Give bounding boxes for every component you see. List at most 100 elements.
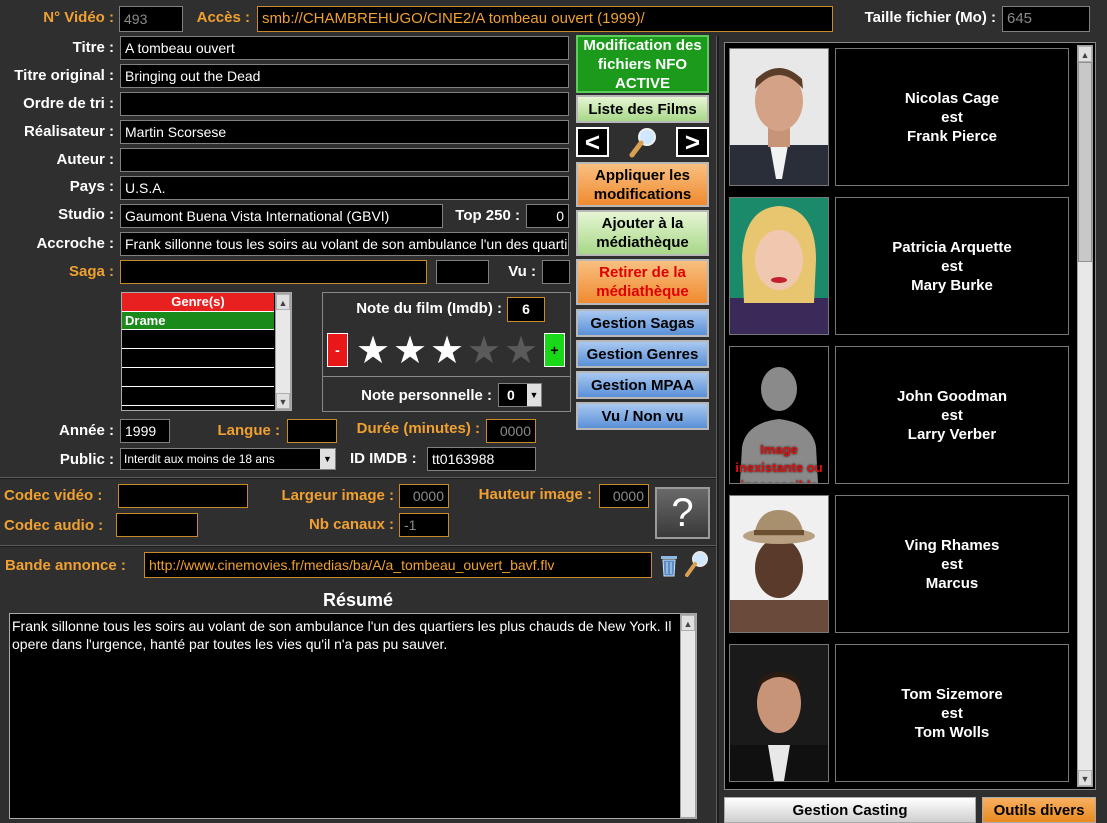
duree-field[interactable]: 0000 [486,419,536,443]
imdb-rating-field[interactable]: 6 [507,297,545,322]
film-list-button[interactable]: Liste des Films [576,95,709,123]
cast-photo[interactable] [729,48,829,186]
cast-photo[interactable] [729,197,829,335]
imdb-id-field[interactable]: tt0163988 [427,447,536,471]
star-icon-empty[interactable]: ★ [504,332,538,370]
actor-name: Nicolas Cage [904,89,1000,107]
pays-field[interactable]: U.S.A. [120,176,569,200]
cast-photo[interactable] [729,644,829,782]
add-to-library-button[interactable]: Ajouter à la médiathèque [576,210,709,256]
panel-divider [716,36,719,823]
cast-info[interactable]: Tom Sizemore est Tom Wolls [835,644,1069,782]
genres-button[interactable]: Gestion Genres [576,340,709,368]
saga-field[interactable] [120,260,427,284]
search-icon[interactable] [684,550,710,578]
top250-label: Top 250 : [455,207,520,224]
seen-toggle-button[interactable]: Vu / Non vu [576,402,709,430]
vu-field[interactable] [542,260,570,284]
prev-button[interactable]: < [576,127,609,157]
cast-photo[interactable] [729,495,829,633]
saga-number-field[interactable] [436,260,489,284]
cast-info[interactable]: Ving Rhames est Marcus [835,495,1069,633]
scroll-down-icon[interactable]: ▼ [1078,770,1092,786]
rating-plus-button[interactable]: + [544,333,565,367]
genres-scrollbar[interactable]: ▲ ▼ [275,293,291,410]
scroll-down-icon[interactable]: ▼ [276,393,290,409]
cast-scrollbar[interactable]: ▲ ▼ [1077,45,1093,787]
genre-item[interactable] [122,350,274,368]
tab-casting[interactable]: Gestion Casting [724,797,976,823]
trash-icon[interactable] [660,553,678,577]
genres-header: Genre(s) [122,293,274,312]
actor-name: Ving Rhames [904,536,1000,554]
avatar [730,645,828,781]
largeur-label: Largeur image : [281,487,394,504]
file-size-field[interactable]: 645 [1002,6,1090,32]
public-select[interactable]: Interdit aux moins de 18 ans ▼ [120,448,336,470]
search-icon[interactable] [627,126,659,158]
genre-item[interactable] [122,331,274,349]
personal-rating-select[interactable]: 0 ▼ [498,383,542,407]
annee-field[interactable]: 1999 [120,419,170,443]
titre-original-field[interactable]: Bringing out the Dead [120,64,569,88]
star-icon-filled[interactable]: ★ [393,332,427,370]
scroll-thumb[interactable] [1078,62,1092,262]
star-icon-filled[interactable]: ★ [356,332,390,370]
genre-item-drame[interactable]: Drame [122,312,274,330]
titre-label: Titre : [72,39,114,56]
next-button[interactable]: > [676,127,709,157]
auteur-field[interactable] [120,148,569,172]
genres-list[interactable]: Genre(s) Drame ▲ ▼ [121,292,292,411]
resume-scrollbar[interactable]: ▲ [680,614,696,818]
annee-label: Année : [58,422,114,439]
scroll-up-icon[interactable]: ▲ [1078,46,1092,62]
codec-video-field[interactable] [118,484,248,508]
apply-changes-button[interactable]: Appliquer les modifications [576,162,709,207]
mpaa-button[interactable]: Gestion MPAA [576,371,709,399]
canaux-field[interactable]: -1 [399,513,449,537]
personal-rating-label: Note personnelle : [361,387,492,404]
tab-tools[interactable]: Outils divers [982,797,1096,823]
cast-info[interactable]: Patricia Arquette est Mary Burke [835,197,1069,335]
avatar [730,496,828,632]
cast-est: est [941,406,963,424]
missing-image-text: Image inexistante ou inaccessible [735,442,823,483]
largeur-field[interactable]: 0000 [399,484,449,508]
actor-name: Tom Sizemore [901,685,1003,703]
section-divider [0,545,716,547]
cast-info[interactable]: John Goodman est Larry Verber [835,346,1069,484]
top250-field[interactable]: 0 [526,204,569,228]
langue-field[interactable] [287,419,337,443]
nfo-active-button[interactable]: Modification des fichiers NFO ACTIVE [576,35,709,93]
star-icon-empty[interactable]: ★ [467,332,501,370]
cast-info[interactable]: Nicolas Cage est Frank Pierce [835,48,1069,186]
genre-item[interactable] [122,369,274,387]
cast-est: est [941,555,963,573]
section-divider [0,477,716,479]
rating-minus-button[interactable]: - [327,333,348,367]
accroche-label: Accroche : [36,235,114,252]
titre-field[interactable]: A tombeau ouvert [120,36,569,60]
ordre-tri-field[interactable] [120,92,569,116]
sagas-button[interactable]: Gestion Sagas [576,309,709,337]
scroll-up-icon[interactable]: ▲ [276,294,290,310]
hauteur-field[interactable]: 0000 [599,484,649,508]
codec-audio-field[interactable] [116,513,198,537]
dropdown-arrow-icon[interactable]: ▼ [320,449,335,469]
resume-textarea[interactable]: Frank sillonne tous les soirs au volant … [9,613,697,819]
access-field[interactable]: smb://CHAMBREHUGO/CINE2/A tombeau ouvert… [257,6,833,32]
remove-from-library-button[interactable]: Retirer de la médiathèque [576,259,709,305]
help-button[interactable]: ? [655,487,710,539]
cast-photo-missing[interactable]: Image inexistante ou inaccessible [729,346,829,484]
duree-label: Durée (minutes) : [356,420,480,437]
vu-label: Vu : [508,263,536,280]
star-icon-filled[interactable]: ★ [430,332,464,370]
scroll-up-icon[interactable]: ▲ [681,615,695,631]
realisateur-field[interactable]: Martin Scorsese [120,120,569,144]
dropdown-arrow-icon[interactable]: ▼ [527,384,541,406]
studio-field[interactable]: Gaumont Buena Vista International (GBVI) [120,204,443,228]
trailer-field[interactable]: http://www.cinemovies.fr/medias/ba/A/a_t… [144,552,652,578]
video-no-field[interactable]: 493 [119,6,183,32]
accroche-field[interactable]: Frank sillonne tous les soirs au volant … [120,232,569,256]
genre-item[interactable] [122,388,274,406]
